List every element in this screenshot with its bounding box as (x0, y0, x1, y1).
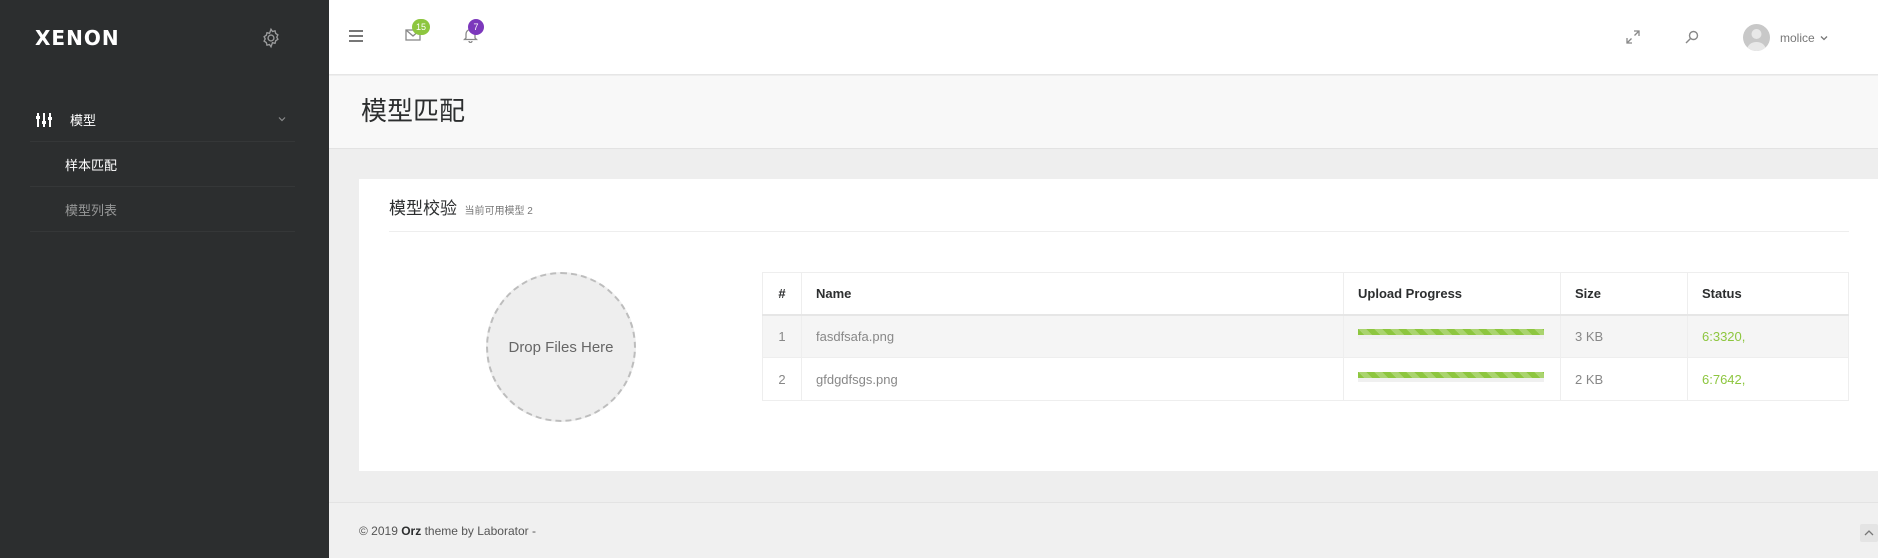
brand-link[interactable]: Orz (401, 524, 421, 538)
messages-badge: 15 (412, 19, 431, 35)
file-size: 2 KB (1560, 357, 1688, 401)
progress-track (1358, 372, 1544, 382)
upload-table: # Name Upload Progress Size Status 1 fas… (762, 272, 1849, 401)
file-status: 6:7642, (1687, 357, 1849, 401)
table-row: 1 fasdfsafa.png 3 KB 6:3320, (762, 314, 1849, 358)
search-icon[interactable] (1685, 30, 1699, 44)
row-number: 1 (762, 314, 802, 358)
upload-progress-cell (1343, 314, 1561, 358)
column-header: Name (801, 272, 1344, 316)
user-menu[interactable]: molice (1743, 24, 1829, 51)
chevron-up-icon (1864, 530, 1874, 536)
table-row: 2 gfdgdfsgs.png 2 KB 6:7642, (762, 357, 1849, 401)
file-name: gfdgdfsgs.png (801, 357, 1344, 401)
progress-bar (1358, 372, 1544, 378)
sidebar-item-label: 样本匹配 (65, 157, 118, 173)
progress-bar (1358, 329, 1544, 336)
row-number: 2 (762, 357, 802, 401)
chevron-down-icon (278, 117, 286, 122)
progress-track (1358, 329, 1544, 340)
sidebar-item-model-list[interactable]: 模型列表 (30, 187, 295, 232)
sidebar-item-model[interactable]: 模型 (30, 98, 295, 142)
sidebar-nav: 模型 样本匹配 模型列表 (30, 98, 295, 232)
logo[interactable]: XENON (35, 26, 120, 50)
sliders-icon (36, 112, 52, 127)
theme-credit: theme by Laborator - (421, 524, 536, 538)
gear-icon[interactable] (260, 27, 282, 49)
column-header: Status (1687, 272, 1849, 316)
dropzone-text: Drop Files Here (508, 338, 614, 356)
expand-icon[interactable] (1626, 30, 1640, 44)
column-header: Upload Progress (1343, 272, 1561, 316)
panel-header: 模型校验 当前可用模型 2 (389, 194, 1849, 232)
go-up-button[interactable] (1860, 524, 1878, 542)
upload-panel: 模型校验 当前可用模型 2 Drop Files Here # Name Upl… (359, 179, 1878, 471)
page-title: 模型匹配 (361, 97, 466, 127)
chevron-down-icon (1820, 35, 1828, 40)
upload-progress-cell (1343, 357, 1561, 401)
user-name: molice (1780, 30, 1815, 45)
panel-subtitle: 当前可用模型 2 (464, 206, 533, 217)
table-header-row: # Name Upload Progress Size Status (762, 272, 1849, 316)
sidebar-item-label: 模型 (70, 113, 97, 128)
file-dropzone[interactable]: Drop Files Here (486, 272, 636, 422)
footer-text: © 2019 Orz theme by Laborator - (359, 524, 536, 538)
copyright: © 2019 (359, 524, 402, 538)
file-size: 3 KB (1560, 314, 1688, 358)
sidebar-item-label: 模型列表 (65, 202, 118, 218)
footer: © 2019 Orz theme by Laborator - (329, 502, 1878, 558)
file-name: fasdfsafa.png (801, 314, 1344, 358)
panel-title: 模型校验 (389, 199, 457, 219)
file-status: 6:3320, (1687, 314, 1849, 358)
topbar: 15 7 molice (329, 0, 1878, 75)
hamburger-icon[interactable] (349, 30, 363, 42)
column-header: Size (1560, 272, 1688, 316)
sidebar: XENON 模型 样本匹配 模型列表 (0, 0, 329, 558)
column-header: # (762, 272, 802, 316)
user-icon (1747, 29, 1766, 51)
notifications-badge: 7 (468, 19, 484, 35)
avatar (1743, 24, 1770, 51)
sidebar-item-sample-match[interactable]: 样本匹配 (30, 142, 295, 187)
page-title-bar: 模型匹配 (329, 76, 1878, 149)
